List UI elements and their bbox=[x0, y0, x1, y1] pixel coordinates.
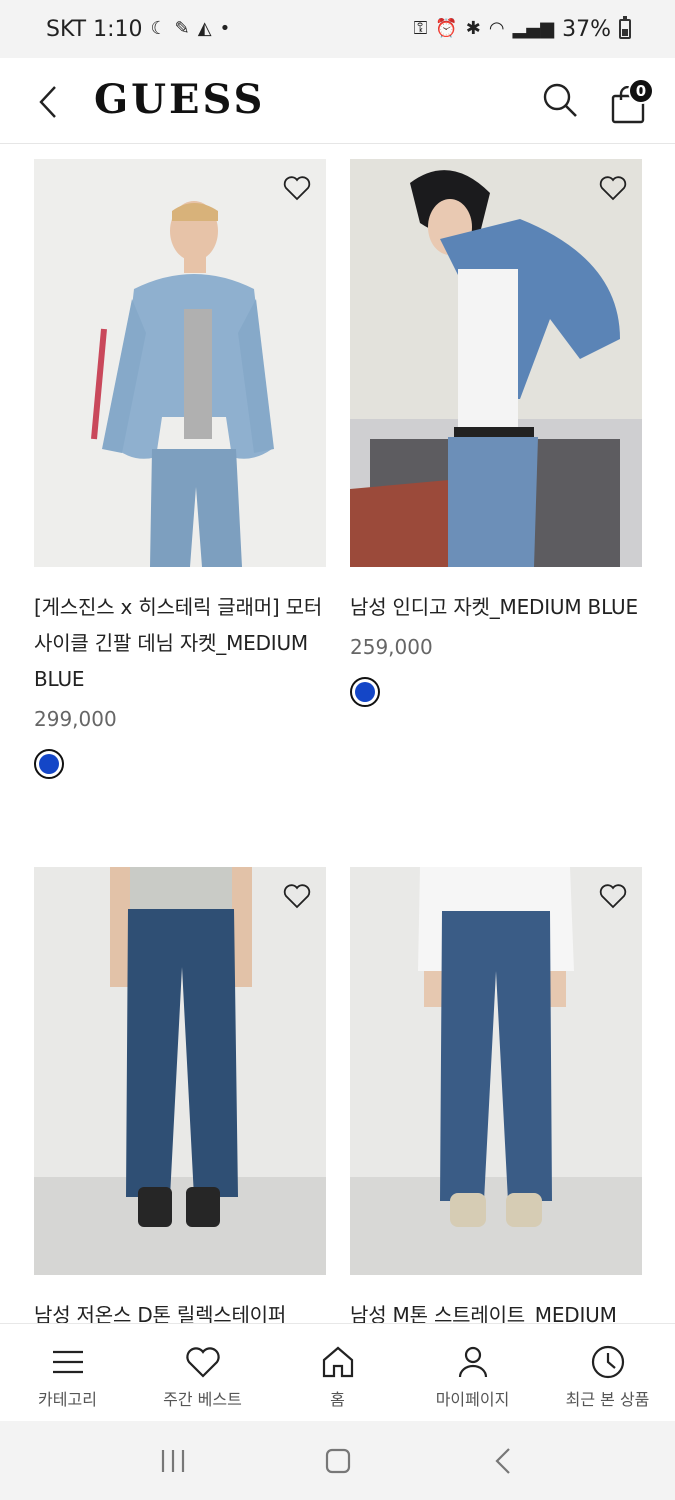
product-image[interactable] bbox=[350, 159, 642, 567]
dot-icon: • bbox=[219, 18, 231, 39]
system-back-button[interactable] bbox=[483, 1441, 523, 1481]
battery-icon bbox=[619, 16, 631, 39]
user-icon bbox=[458, 1346, 487, 1378]
color-swatch[interactable] bbox=[34, 749, 64, 779]
wishlist-button[interactable] bbox=[282, 173, 312, 203]
product-photo-denim-jacket bbox=[34, 159, 326, 567]
search-button[interactable] bbox=[540, 80, 580, 120]
heart-icon bbox=[283, 176, 311, 201]
nav-label: 최근 본 상품 bbox=[565, 1390, 650, 1409]
product-card[interactable]: 남성 저온스 D톤 릴렉스테이퍼 bbox=[34, 867, 326, 1333]
color-swatch[interactable] bbox=[350, 677, 380, 707]
menu-icon bbox=[52, 1350, 83, 1374]
back-button[interactable] bbox=[30, 82, 66, 122]
wishlist-button[interactable] bbox=[282, 881, 312, 911]
nav-label: 마이페이지 bbox=[435, 1390, 510, 1409]
nav-label: 주간 베스트 bbox=[163, 1390, 242, 1409]
recent-apps-button[interactable] bbox=[153, 1441, 193, 1481]
nav-label: 홈 bbox=[330, 1390, 345, 1409]
signal-icon: ▂▄▆ bbox=[512, 18, 555, 39]
home-icon bbox=[322, 1346, 353, 1378]
product-name[interactable]: [게스진스 x 히스테릭 글래머] 모터사이클 긴팔 데님 자켓_MEDIUM … bbox=[34, 589, 326, 697]
lock-icon: ⚿ bbox=[413, 18, 428, 39]
product-image[interactable] bbox=[34, 159, 326, 567]
nav-item-recently-viewed[interactable]: 최근 본 상품 bbox=[540, 1324, 675, 1421]
search-icon bbox=[543, 83, 577, 117]
shoe-icon: ◭ bbox=[197, 18, 212, 39]
nav-label: 카테고리 bbox=[38, 1390, 97, 1409]
status-bar: SKT 1:10 ☾ ✎ ◭ • ⚿ ⏰ ✱ ◠ ▂▄▆ 37% bbox=[0, 0, 675, 58]
chevron-left-icon bbox=[494, 1447, 510, 1474]
status-right: ⚿ ⏰ ✱ ◠ ▂▄▆ 37% bbox=[413, 16, 631, 42]
heart-icon bbox=[185, 1347, 220, 1378]
nav-item-category[interactable]: 카테고리 bbox=[0, 1324, 135, 1421]
brand-logo[interactable]: GUESS bbox=[94, 76, 265, 123]
product-card[interactable]: 남성 M톤 스트레이트_MEDIUM bbox=[350, 867, 642, 1333]
product-card[interactable]: 남성 인디고 자켓_MEDIUM BLUE 259,000 bbox=[350, 159, 642, 707]
product-photo-straight-jeans bbox=[350, 867, 642, 1275]
bluetooth-icon: ✱ bbox=[465, 18, 481, 39]
product-card[interactable]: [게스진스 x 히스테릭 글래머] 모터사이클 긴팔 데님 자켓_MEDIUM … bbox=[34, 159, 326, 779]
heart-icon bbox=[599, 884, 627, 909]
product-photo-dark-jeans bbox=[34, 867, 326, 1275]
product-image[interactable] bbox=[34, 867, 326, 1275]
wifi-icon: ◠ bbox=[488, 18, 505, 39]
product-image[interactable] bbox=[350, 867, 642, 1275]
carrier-time: SKT 1:10 bbox=[46, 16, 143, 42]
clock-icon bbox=[591, 1345, 624, 1379]
app-notification-icon: ✎ bbox=[174, 18, 190, 39]
app-header: GUESS 0 bbox=[0, 58, 675, 144]
wishlist-button[interactable] bbox=[598, 881, 628, 911]
cart-count-badge: 0 bbox=[628, 78, 654, 104]
alarm-icon: ⏰ bbox=[435, 18, 458, 39]
status-left: SKT 1:10 ☾ ✎ ◭ • bbox=[46, 17, 230, 42]
heart-icon bbox=[283, 884, 311, 909]
heart-icon bbox=[599, 176, 627, 201]
nav-item-mypage[interactable]: 마이페이지 bbox=[405, 1324, 540, 1421]
swatch-fill bbox=[39, 754, 59, 774]
product-photo-indigo-jacket bbox=[350, 159, 642, 567]
recents-icon bbox=[161, 1449, 184, 1472]
moon-icon: ☾ bbox=[150, 18, 167, 39]
swatch-fill bbox=[355, 682, 375, 702]
home-square-icon bbox=[325, 1448, 350, 1473]
battery-percent: 37% bbox=[562, 16, 611, 42]
nav-item-home[interactable]: 홈 bbox=[270, 1324, 405, 1421]
product-price: 259,000 bbox=[350, 635, 433, 659]
wishlist-button[interactable] bbox=[598, 173, 628, 203]
nav-item-weekly-best[interactable]: 주간 베스트 bbox=[135, 1324, 270, 1421]
bottom-navigation: 카테고리 주간 베스트 홈 마이페이지 최근 본 상품 bbox=[0, 1323, 675, 1421]
system-navigation-bar bbox=[0, 1421, 675, 1500]
chevron-left-icon bbox=[39, 86, 56, 118]
cart-button[interactable]: 0 bbox=[610, 78, 654, 124]
home-system-button[interactable] bbox=[318, 1441, 358, 1481]
product-price: 299,000 bbox=[34, 707, 117, 731]
product-name[interactable]: 남성 인디고 자켓_MEDIUM BLUE bbox=[350, 589, 642, 625]
